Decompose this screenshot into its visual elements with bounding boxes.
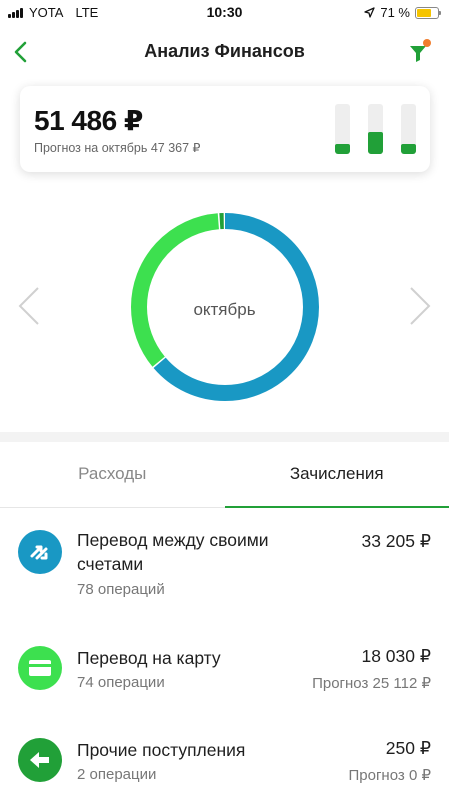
next-month-button[interactable] (407, 286, 433, 326)
mini-bar-fill (368, 131, 383, 154)
status-right: 71 % (364, 5, 441, 20)
tab-income[interactable]: Зачисления (224, 442, 449, 508)
filter-icon (410, 39, 431, 62)
item-forecast: Прогноз 25 112 ₽ (312, 675, 431, 692)
mini-bar-fill (335, 144, 350, 154)
card-icon (18, 646, 62, 690)
item-operations-count: 78 операций (77, 581, 165, 598)
section-divider (0, 432, 449, 442)
mini-bar-chart (335, 104, 416, 154)
list-item-other-income[interactable]: Прочие поступления 2 операции 250 ₽ Прог… (0, 730, 449, 800)
list-item-transfer-between-accounts[interactable]: Перевод между своими счетами 78 операций… (0, 510, 449, 620)
filter-badge (423, 39, 431, 47)
page-title: Анализ Финансов (144, 41, 305, 61)
forecast-text: Прогноз на октябрь 47 367 ₽ (34, 141, 201, 155)
item-amount: 33 205 ₽ (361, 531, 431, 551)
tab-bar: Расходы Зачисления (0, 442, 449, 508)
filter-button[interactable] (405, 34, 435, 70)
status-bar: YOTA LTE 10:30 71 % (0, 0, 449, 26)
total-amount: 51 486 ₽ (34, 105, 143, 136)
donut-month-label: октябрь (193, 300, 256, 319)
donut-section: октябрь (0, 190, 449, 430)
item-title: Прочие поступления (77, 740, 246, 760)
arrow-left-icon (18, 738, 62, 782)
item-amount: 250 ₽ (385, 738, 431, 758)
item-operations-count: 74 операции (77, 674, 165, 691)
location-arrow-icon (364, 7, 376, 18)
mini-bar (335, 104, 350, 154)
list-item-transfer-to-card[interactable]: Перевод на карту 74 операции 18 030 ₽ Пр… (0, 638, 449, 708)
item-operations-count: 2 операции (77, 766, 157, 783)
item-title: Перевод между своими счетами (77, 530, 269, 574)
item-title: Перевод на карту (77, 648, 221, 668)
navigation-bar: Анализ Финансов (0, 30, 449, 74)
transfer-arrows-icon (18, 530, 62, 574)
item-amount: 18 030 ₽ (361, 646, 431, 666)
mini-bar (368, 104, 383, 154)
mini-bar-fill (401, 144, 416, 154)
battery-level (417, 8, 432, 17)
chevron-right-icon (410, 287, 431, 325)
battery-icon (415, 6, 441, 19)
mini-bar (401, 104, 416, 154)
tab-expenses[interactable]: Расходы (0, 442, 225, 507)
battery-percent: 71 % (380, 5, 410, 20)
summary-card[interactable]: 51 486 ₽ Прогноз на октябрь 47 367 ₽ (20, 86, 430, 172)
item-forecast: Прогноз 0 ₽ (348, 767, 432, 784)
